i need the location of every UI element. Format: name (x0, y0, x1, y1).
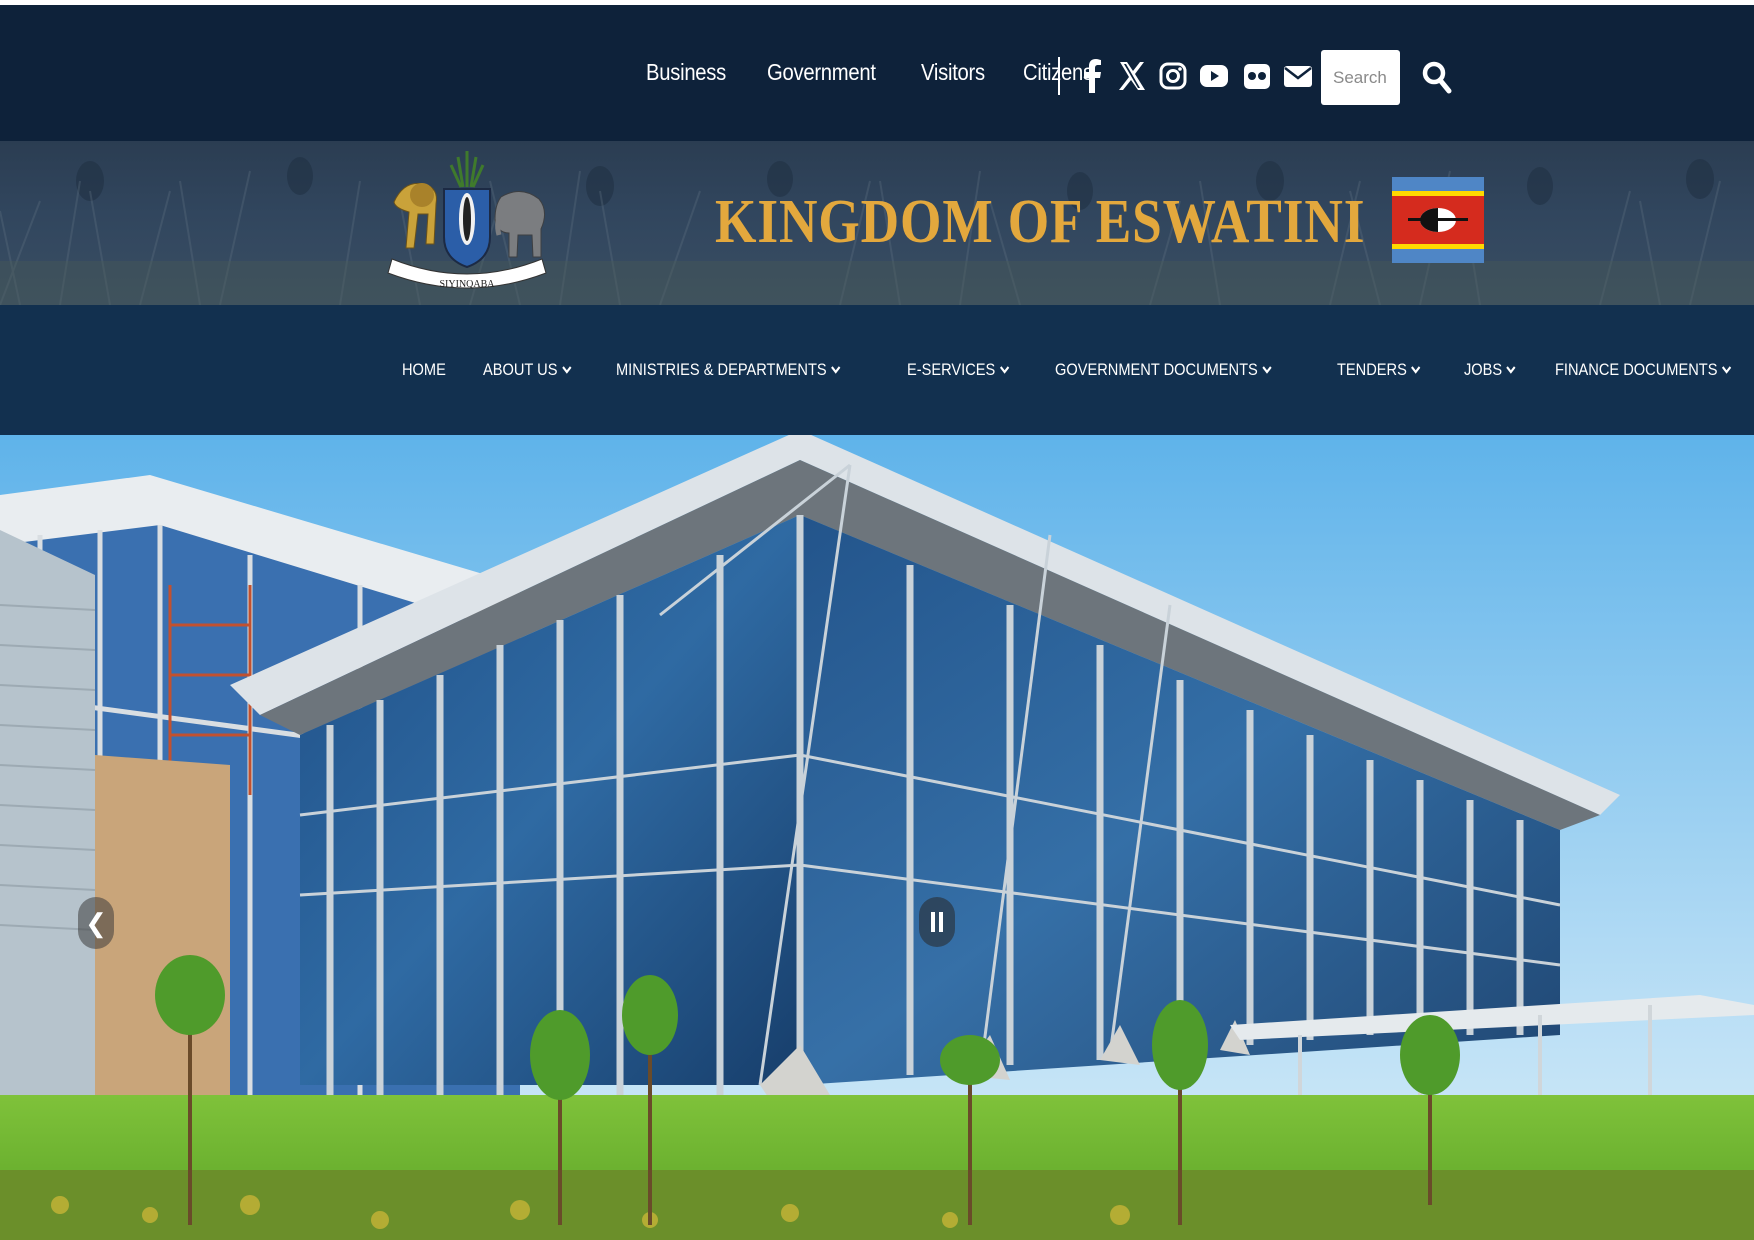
slider-prev-button[interactable]: ❮ (78, 897, 114, 949)
nav-finance-documents[interactable]: FINANCE DOCUMENTS (1555, 360, 1731, 380)
nav-label: TENDERS (1337, 360, 1407, 379)
nav-label: GOVERNMENT DOCUMENTS (1055, 360, 1259, 379)
slider-pause-button[interactable] (919, 897, 955, 947)
nav-jobs[interactable]: JOBS (1464, 360, 1517, 380)
chevron-down-icon (561, 366, 572, 374)
search-input[interactable] (1321, 50, 1400, 105)
hero-slider: ❮ (0, 435, 1754, 1240)
nav-government-documents[interactable]: GOVERNMENT DOCUMENTS (1055, 360, 1272, 380)
pause-icon (931, 912, 935, 932)
site-title: KINGDOM OF ESWATINI (715, 188, 1366, 256)
chevron-down-icon (1506, 366, 1517, 374)
pause-icon (939, 912, 943, 932)
link-visitors[interactable]: Visitors (921, 59, 985, 86)
nav-e-services[interactable]: E-SERVICES (907, 360, 1009, 380)
flickr-icon[interactable] (1241, 59, 1273, 93)
chevron-down-icon (830, 366, 840, 374)
nav-about-us[interactable]: ABOUT US (483, 360, 572, 380)
header-banner: SIYINQABA KINGDOM OF ESWATINI (0, 141, 1754, 305)
instagram-icon[interactable] (1157, 59, 1189, 93)
top-bar: Business Government Visitors Citizens (0, 5, 1754, 141)
youtube-icon[interactable] (1198, 59, 1230, 93)
nav-home[interactable]: HOME (402, 360, 446, 380)
nav-label: JOBS (1464, 360, 1503, 379)
nav-label: E-SERVICES (906, 360, 995, 379)
nav-ministries-departments[interactable]: MINISTRIES & DEPARTMENTS (616, 360, 840, 380)
nav-label: ABOUT US (483, 360, 558, 379)
chevron-down-icon (1721, 366, 1731, 374)
link-government[interactable]: Government (767, 59, 876, 86)
nav-label: FINANCE DOCUMENTS (1554, 360, 1718, 379)
nav-label: HOME (402, 360, 446, 379)
email-icon[interactable] (1282, 59, 1314, 93)
main-navigation: HOME ABOUT US MINISTRIES & DEPARTMENTS E… (0, 305, 1754, 435)
nav-label: MINISTRIES & DEPARTMENTS (615, 360, 827, 379)
coat-of-arms-logo: SIYINQABA (387, 151, 547, 290)
chevron-down-icon (999, 366, 1009, 374)
search-icon[interactable] (1422, 60, 1452, 96)
facebook-icon[interactable] (1077, 59, 1109, 93)
chevron-down-icon (1262, 366, 1272, 374)
x-icon[interactable] (1116, 59, 1148, 93)
link-business[interactable]: Business (646, 59, 726, 86)
nav-tenders[interactable]: TENDERS (1337, 360, 1421, 380)
eswatini-flag (1392, 177, 1484, 263)
chevron-down-icon (1411, 366, 1421, 374)
motto-text: SIYINQABA (440, 279, 496, 290)
topbar-divider (1058, 57, 1060, 95)
hero-slide-image (0, 435, 1754, 1240)
